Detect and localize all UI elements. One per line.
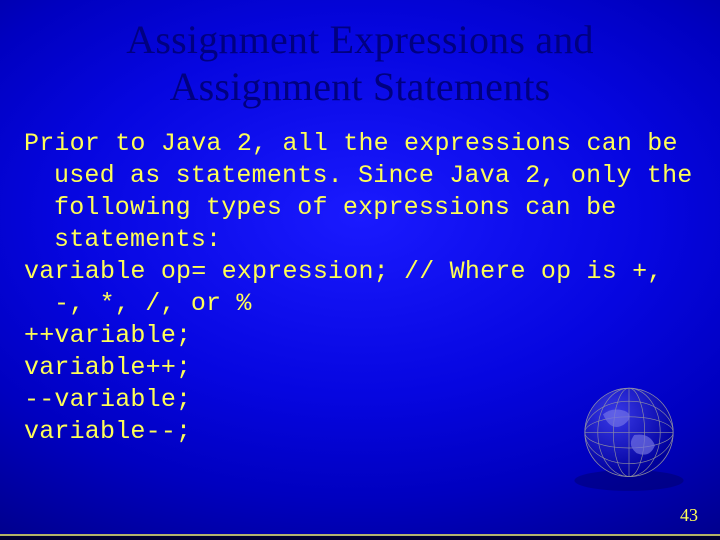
body-line-1: ++variable; (24, 321, 191, 350)
footer-bar (0, 536, 720, 540)
body-line-3: --variable; (24, 385, 191, 414)
title-line-1: Assignment Expressions and (126, 17, 593, 62)
slide: Assignment Expressions and Assignment St… (0, 0, 720, 540)
title-line-2: Assignment Statements (170, 64, 551, 109)
page-number: 43 (680, 505, 698, 526)
body-paragraph-1: Prior to Java 2, all the expressions can… (24, 128, 696, 256)
body-line-2: variable++; (24, 353, 191, 382)
body-line-4: variable--; (24, 417, 191, 446)
body-paragraph-2: variable op= expression; // Where op is … (24, 256, 696, 320)
slide-title: Assignment Expressions and Assignment St… (0, 0, 720, 110)
slide-body: Prior to Java 2, all the expressions can… (0, 110, 720, 448)
